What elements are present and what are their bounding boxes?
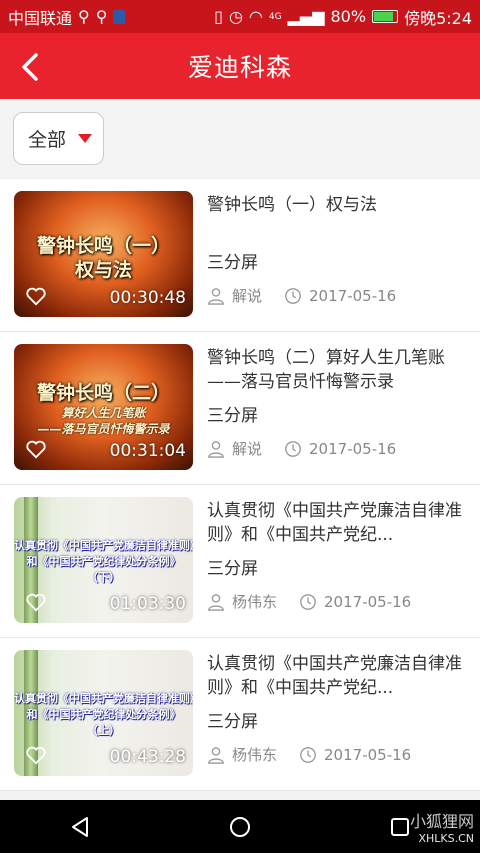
list-item[interactable]: 警钟长鸣（一） 权与法 00:30:48 警钟长鸣（一）权与法 三分屏 解说 2… (0, 179, 480, 332)
video-duration: 00:30:48 (109, 288, 186, 308)
video-title[interactable]: 警钟长鸣（二）算好人生几笔账——落马官员忏悔警示录 (207, 346, 466, 394)
clock-icon (300, 746, 316, 763)
heart-icon[interactable] (25, 592, 47, 612)
user-icon (208, 593, 224, 611)
video-list: 警钟长鸣（一） 权与法 00:30:48 警钟长鸣（一）权与法 三分屏 解说 2… (0, 179, 480, 791)
app-notification-icon (113, 9, 126, 24)
video-title[interactable]: 认真贯彻《中国共产党廉洁自律准则》和《中国共产党纪... (207, 499, 466, 547)
list-item[interactable]: 认真贯彻《中国共产党廉洁自律准则》 和《中国共产党纪律处分条例》 （下） 01:… (0, 485, 480, 638)
wifi-icon: ◠ (248, 7, 263, 26)
video-thumbnail[interactable]: 认真贯彻《中国共产党廉洁自律准则》 和《中国共产党纪律处分条例》 （上） 00:… (14, 650, 193, 776)
thumbnail-subtitle: 和《中国共产党纪律处分条例》 (26, 708, 181, 721)
filter-bar: 全部 (0, 99, 480, 179)
speaker-name: 解说 (232, 440, 263, 458)
usb-icon: ⚲ (78, 7, 90, 26)
watermark-en: XHLKS.CN (418, 832, 474, 845)
video-thumbnail[interactable]: 警钟长鸣（二） 算好人生几笔账 ——落马官员忏悔警示录 00:31:04 (14, 344, 193, 470)
video-thumbnail[interactable]: 认真贯彻《中国共产党廉洁自律准则》 和《中国共产党纪律处分条例》 （下） 01:… (14, 497, 193, 623)
thumbnail-subtitle: 权与法 (74, 259, 132, 281)
video-thumbnail[interactable]: 警钟长鸣（一） 权与法 00:30:48 (14, 191, 193, 317)
signal-icon: ▂▄▆ (287, 7, 325, 26)
publish-date: 2017-05-16 (309, 286, 397, 305)
speaker-name: 解说 (232, 287, 263, 305)
battery-percent: 80% (330, 7, 367, 26)
video-duration: 01:03:30 (109, 594, 186, 614)
publish-date: 2017-05-16 (324, 745, 412, 764)
publish-date: 2017-05-16 (324, 592, 412, 611)
home-circle-icon[interactable] (228, 815, 252, 839)
thumbnail-title: 警钟长鸣（一） (36, 235, 170, 257)
clock-icon (300, 593, 316, 610)
alarm-icon: ◷ (228, 7, 243, 26)
publish-date: 2017-05-16 (309, 439, 397, 458)
heart-icon[interactable] (25, 439, 47, 459)
heart-icon[interactable] (25, 286, 47, 306)
heart-icon[interactable] (25, 745, 47, 765)
clock-icon (285, 440, 301, 457)
clock: 傍晚5:24 (404, 8, 472, 28)
video-format: 三分屏 (207, 406, 258, 426)
vibrate-icon: ▯ (214, 7, 223, 26)
chevron-left-icon (22, 53, 38, 81)
app-header: 爱迪科森 (0, 33, 480, 99)
thumbnail-part: （下） (87, 571, 120, 584)
thumbnail-subtitle: 算好人生几笔账 (61, 406, 146, 420)
usb-icon: ⚲ (95, 7, 108, 26)
page-title: 爱迪科森 (187, 53, 292, 82)
caret-down-icon (78, 134, 93, 143)
category-dropdown-value: 全部 (28, 129, 67, 151)
network-type: 4G (268, 11, 282, 22)
video-duration: 00:43:28 (109, 747, 186, 767)
list-item[interactable]: 认真贯彻《中国共产党廉洁自律准则》 和《中国共产党纪律处分条例》 （上） 00:… (0, 638, 480, 791)
thumbnail-title: 认真贯彻《中国共产党廉洁自律准则》 (14, 539, 193, 552)
back-button[interactable] (10, 47, 50, 87)
clock-icon (285, 287, 301, 304)
video-format: 三分屏 (207, 712, 258, 732)
video-format: 三分屏 (207, 559, 258, 579)
watermark: 小狐狸网 XHLKS.CN (365, 800, 480, 853)
video-title[interactable]: 警钟长鸣（一）权与法 (207, 193, 466, 241)
video-title[interactable]: 认真贯彻《中国共产党廉洁自律准则》和《中国共产党纪... (207, 652, 466, 700)
status-bar: 中国联通 ⚲ ⚲ ▯ ◷ ◠ 4G ▂▄▆ 80% 傍晚5:24 (0, 0, 480, 33)
video-duration: 00:31:04 (109, 441, 186, 461)
thumbnail-subtitle: 和《中国共产党纪律处分条例》 (26, 555, 181, 568)
category-dropdown[interactable]: 全部 (13, 112, 104, 165)
user-icon (208, 440, 224, 458)
thumbnail-part: （上） (87, 724, 120, 737)
watermark-cn: 小狐狸网 (409, 812, 474, 831)
thumbnail-subtitle-2: ——落马官员忏悔警示录 (37, 422, 170, 436)
speaker-name: 杨伟东 (232, 593, 278, 611)
carrier-label: 中国联通 (8, 8, 73, 28)
list-item[interactable]: 警钟长鸣（二） 算好人生几笔账 ——落马官员忏悔警示录 00:31:04 警钟长… (0, 332, 480, 485)
battery-icon (372, 10, 399, 23)
user-icon (208, 746, 224, 764)
speaker-name: 杨伟东 (232, 746, 278, 764)
video-format: 三分屏 (207, 253, 258, 273)
thumbnail-title: 警钟长鸣（二） (36, 382, 170, 404)
user-icon (208, 287, 224, 305)
thumbnail-title: 认真贯彻《中国共产党廉洁自律准则》 (14, 692, 193, 705)
back-triangle-icon[interactable] (68, 815, 92, 839)
